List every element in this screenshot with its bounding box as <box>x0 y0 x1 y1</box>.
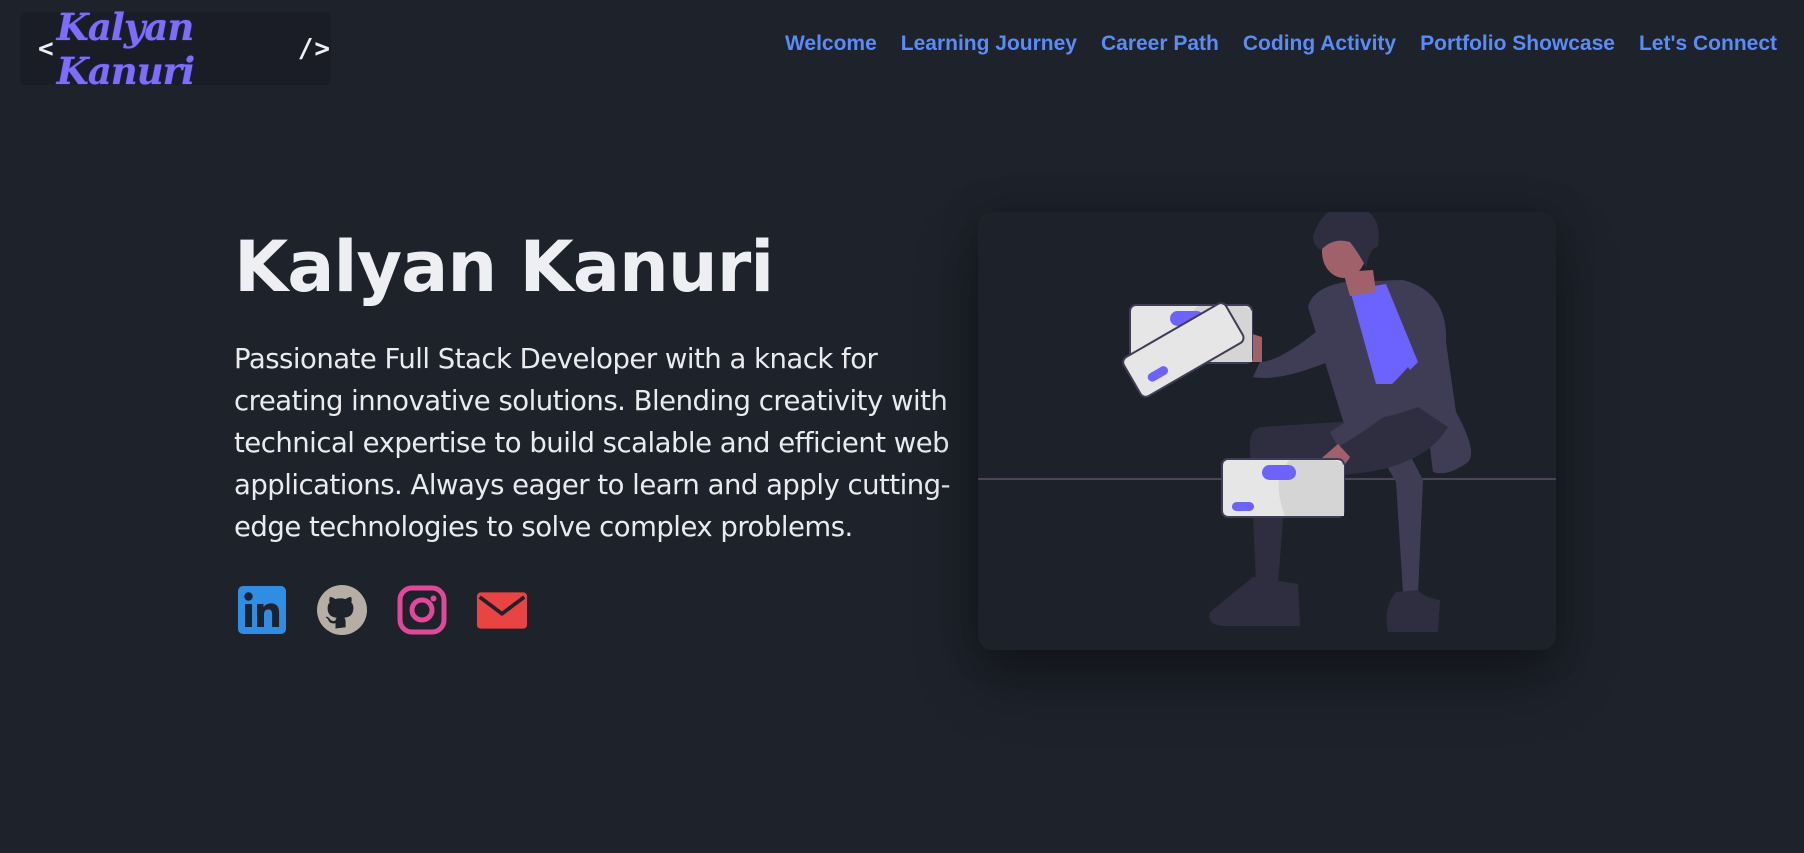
page: < Kalyan Kanuri /> Welcome Learning Jour… <box>0 0 1804 853</box>
github-icon <box>317 585 367 635</box>
instagram-icon <box>397 585 447 635</box>
main-nav: Welcome Learning Journey Career Path Cod… <box>785 32 1777 56</box>
logo-close-bracket: /> <box>297 33 331 64</box>
nav-lets-connect[interactable]: Let's Connect <box>1639 32 1777 56</box>
hero-illustration <box>978 212 1556 650</box>
logo-name: Kalyan Kanuri <box>56 4 195 93</box>
instagram-link[interactable] <box>396 584 448 636</box>
email-icon <box>476 592 528 629</box>
nav-career-path[interactable]: Career Path <box>1101 32 1219 56</box>
logo-link[interactable]: < Kalyan Kanuri /> <box>20 5 331 93</box>
linkedin-link[interactable] <box>236 584 288 636</box>
hero-title: Kalyan Kanuri <box>234 226 774 308</box>
hero-description: Passionate Full Stack Developer with a k… <box>234 343 951 543</box>
nav-portfolio-showcase[interactable]: Portfolio Showcase <box>1420 32 1615 56</box>
nav-coding-activity[interactable]: Coding Activity <box>1243 32 1396 56</box>
nav-learning-journey[interactable]: Learning Journey <box>901 32 1077 56</box>
github-link[interactable] <box>316 584 368 636</box>
developer-illustration <box>978 212 1556 632</box>
linkedin-icon <box>238 586 286 634</box>
logo-open-bracket: < <box>38 33 55 64</box>
nav-welcome[interactable]: Welcome <box>785 32 877 56</box>
email-link[interactable] <box>476 584 528 636</box>
social-links <box>236 584 528 636</box>
